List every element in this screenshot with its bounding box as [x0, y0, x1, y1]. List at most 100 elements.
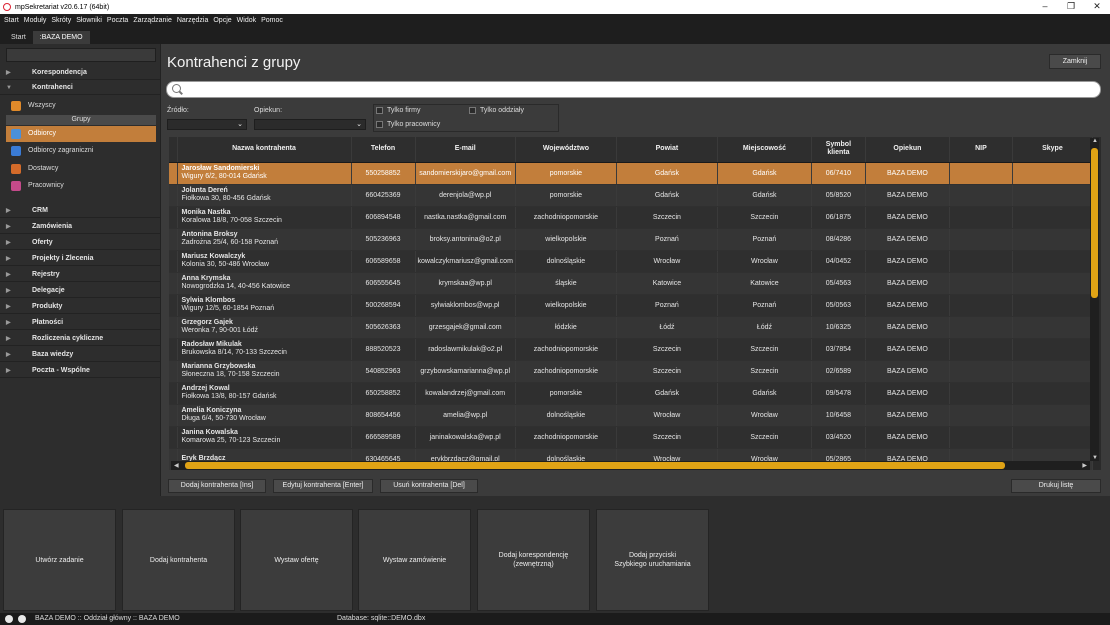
column-header[interactable]: Powiat: [616, 137, 718, 163]
cell-phone[interactable]: 660425369: [351, 184, 416, 207]
cell-county[interactable]: Szczecin: [616, 206, 718, 229]
sidebar-search-input[interactable]: [6, 48, 156, 62]
cell-phone[interactable]: 666589589: [351, 426, 416, 449]
cell-client-symbol[interactable]: 06/7410: [811, 162, 866, 185]
table-row[interactable]: Jarosław Sandomierski Wigury 6/2, 80-014 …: [169, 162, 1093, 185]
cell-phone[interactable]: 650258852: [351, 382, 416, 405]
tab-start[interactable]: Start: [4, 31, 33, 44]
sidebar-item-dostawcy[interactable]: Dostawcy: [6, 161, 156, 177]
cell-phone[interactable]: 505236963: [351, 228, 416, 251]
cell-city[interactable]: Szczecin: [717, 338, 812, 361]
cell-nip[interactable]: [949, 206, 1013, 229]
column-header[interactable]: Województwo: [515, 137, 617, 163]
menu-zarzadzanie[interactable]: Zarządzanie: [133, 17, 172, 24]
cell-contractor-name[interactable]: Jarosław Sandomierski Wigury 6/2, 80-014 …: [177, 162, 352, 185]
cell-voivodeship[interactable]: pomorskie: [515, 184, 617, 207]
tab-baza-demo[interactable]: :BAZA DEMO: [32, 31, 90, 44]
cell-phone[interactable]: 606555645: [351, 272, 416, 295]
sidebar-item-rozliczenia[interactable]: ▶ Rozliczenia cykliczne: [0, 332, 160, 346]
cell-skype[interactable]: [1012, 250, 1093, 273]
cell-keeper[interactable]: BAZA DEMO: [865, 426, 950, 449]
sidebar-item-poczta-wspolne[interactable]: ▶ Poczta - Wspólne: [0, 364, 160, 378]
cell-voivodeship[interactable]: wielkopolskie: [515, 228, 617, 251]
cell-contractor-name[interactable]: Amelia Koniczyna Długa 6/4, 50-730 Wrocła…: [177, 404, 352, 427]
cell-county[interactable]: Łódź: [616, 316, 718, 339]
cell-keeper[interactable]: BAZA DEMO: [865, 206, 950, 229]
cell-phone[interactable]: 808654456: [351, 404, 416, 427]
horizontal-scrollbar[interactable]: ◀ ▶: [171, 461, 1090, 470]
column-header[interactable]: Symbol klienta: [811, 137, 866, 163]
cell-skype[interactable]: [1012, 382, 1093, 405]
menu-widok[interactable]: Widok: [237, 17, 256, 24]
sidebar-item-oferty[interactable]: ▶ Oferty: [0, 236, 160, 250]
close-button[interactable]: Zamknij: [1049, 54, 1101, 69]
cell-contractor-name[interactable]: Marianna Grzybowska Słoneczna 18, 70-158 …: [177, 360, 352, 383]
minimize-button[interactable]: –: [1032, 0, 1058, 14]
cell-contractor-name[interactable]: Sylwia Klombos Wigury 12/5, 60-1854 Pozna…: [177, 294, 352, 317]
only-companies-checkbox[interactable]: Tylko firmy: [376, 107, 420, 114]
cell-contractor-name[interactable]: Radosław Mikulak Brukowska 8/14, 70-133 S…: [177, 338, 352, 361]
column-header[interactable]: Nazwa kontrahenta: [177, 137, 352, 163]
cell-county[interactable]: Gdańsk: [616, 184, 718, 207]
cell-voivodeship[interactable]: dolnośląskie: [515, 404, 617, 427]
cell-city[interactable]: Katowice: [717, 272, 812, 295]
cell-skype[interactable]: [1012, 272, 1093, 295]
table-row[interactable]: Sylwia Klombos Wigury 12/5, 60-1854 Pozna…: [169, 294, 1093, 317]
cell-city[interactable]: Wrocław: [717, 250, 812, 273]
cell-nip[interactable]: [949, 228, 1013, 251]
print-list-button[interactable]: Drukuj listę: [1011, 479, 1101, 493]
cell-nip[interactable]: [949, 382, 1013, 405]
cell-contractor-name[interactable]: Mariusz Kowalczyk Kolonia 30, 50-486 Wroc…: [177, 250, 352, 273]
cell-city[interactable]: Wrocław: [717, 404, 812, 427]
cell-nip[interactable]: [949, 162, 1013, 185]
cell-phone[interactable]: 606589658: [351, 250, 416, 273]
sidebar-item-korespondencja[interactable]: ▶ Korespondencja: [0, 66, 160, 80]
cell-client-symbol[interactable]: 03/7854: [811, 338, 866, 361]
cell-nip[interactable]: [949, 338, 1013, 361]
cell-skype[interactable]: [1012, 404, 1093, 427]
checkbox[interactable]: [376, 107, 383, 114]
cell-keeper[interactable]: BAZA DEMO: [865, 250, 950, 273]
cell-client-symbol[interactable]: 03/4520: [811, 426, 866, 449]
cell-email[interactable]: derenjola@wp.pl: [415, 184, 516, 207]
cell-email[interactable]: amelia@wp.pl: [415, 404, 516, 427]
cell-county[interactable]: Katowice: [616, 272, 718, 295]
cell-email[interactable]: kowalczykmariusz@gmail.com: [415, 250, 516, 273]
cell-skype[interactable]: [1012, 294, 1093, 317]
cell-skype[interactable]: [1012, 206, 1093, 229]
cell-keeper[interactable]: BAZA DEMO: [865, 228, 950, 251]
cell-email[interactable]: krymskaa@wp.pl: [415, 272, 516, 295]
cell-email[interactable]: nastka.nastka@gmail.com: [415, 206, 516, 229]
cell-contractor-name[interactable]: Andrzej Kowal Fiołkowa 13/8, 80-157 Gdańs…: [177, 382, 352, 405]
table-row[interactable]: Radosław Mikulak Brukowska 8/14, 70-133 S…: [169, 338, 1093, 361]
sidebar-item-produkty[interactable]: ▶ Produkty: [0, 300, 160, 314]
add-contractor-tile[interactable]: Dodaj kontrahenta: [122, 509, 235, 611]
cell-county[interactable]: Poznań: [616, 228, 718, 251]
keeper-select[interactable]: ⌄: [254, 119, 366, 130]
cell-email[interactable]: sylwiaklombos@wp.pl: [415, 294, 516, 317]
cell-email[interactable]: grzybowskamarianna@wp.pl: [415, 360, 516, 383]
cell-nip[interactable]: [949, 294, 1013, 317]
cell-email[interactable]: radoslawmikulak@o2.pl: [415, 338, 516, 361]
cell-city[interactable]: Poznań: [717, 294, 812, 317]
cell-contractor-name[interactable]: Jolanta Dereń Fiołkowa 30, 80-456 Gdańsk: [177, 184, 352, 207]
cell-keeper[interactable]: BAZA DEMO: [865, 162, 950, 185]
cell-skype[interactable]: [1012, 338, 1093, 361]
column-header[interactable]: Miejscowość: [717, 137, 812, 163]
table-row[interactable]: Jolanta Dereń Fiołkowa 30, 80-456 Gdańsk 6…: [169, 184, 1093, 207]
cell-city[interactable]: Szczecin: [717, 426, 812, 449]
cell-nip[interactable]: [949, 360, 1013, 383]
cell-contractor-name[interactable]: Anna Krymska Nowogrodzka 14, 40-456 Katow…: [177, 272, 352, 295]
cell-voivodeship[interactable]: łódzkie: [515, 316, 617, 339]
cell-county[interactable]: Szczecin: [616, 360, 718, 383]
scroll-up-icon[interactable]: ▲: [1092, 138, 1098, 144]
cell-client-symbol[interactable]: 05/0563: [811, 294, 866, 317]
table-row[interactable]: Anna Krymska Nowogrodzka 14, 40-456 Katow…: [169, 272, 1093, 295]
cell-county[interactable]: Szczecin: [616, 426, 718, 449]
cell-client-symbol[interactable]: 05/8520: [811, 184, 866, 207]
cell-voivodeship[interactable]: pomorskie: [515, 382, 617, 405]
sidebar-item-odbiorcy-zagraniczni[interactable]: Odbiorcy zagraniczni: [6, 143, 156, 159]
table-row[interactable]: Amelia Koniczyna Długa 6/4, 50-730 Wrocła…: [169, 404, 1093, 427]
cell-keeper[interactable]: BAZA DEMO: [865, 338, 950, 361]
table-row[interactable]: Antonina Broksy Zadrożna 25/4, 60-158 Poz…: [169, 228, 1093, 251]
